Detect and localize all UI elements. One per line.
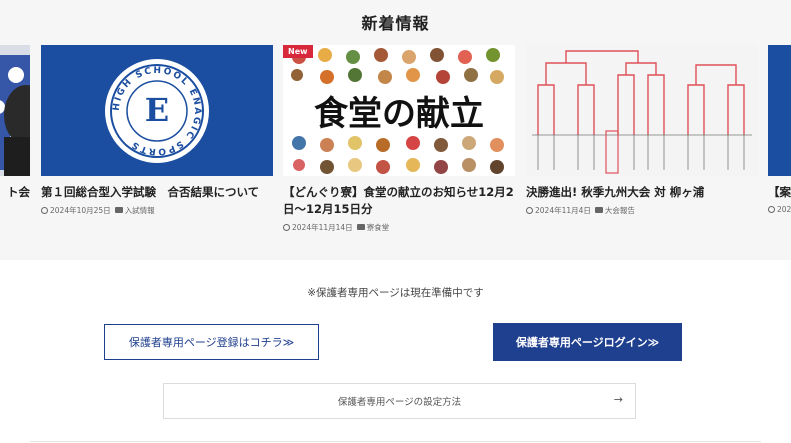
parent-login-button[interactable]: 保護者専用ページログイン≫ <box>493 323 682 361</box>
news-card-meta: 2024年10月25日 入試情報 <box>41 205 273 216</box>
press-photo-image <box>0 45 30 176</box>
news-card-title[interactable]: 第１回総合型入学試験 合否結果について <box>41 184 273 201</box>
news-card-title[interactable]: ト会 <box>0 184 30 201</box>
school-logo-image: E HIGH SCHOOL ENAGIC SPORTS <box>41 45 273 176</box>
news-thumbnail[interactable]: E HIGH SCHOOL ENAGIC SPORTS <box>41 45 273 176</box>
news-category[interactable]: 寮食堂 <box>367 223 390 232</box>
clock-icon <box>41 207 48 214</box>
news-card[interactable]: 食堂の献立 New 【どんぐり寮】食堂の献立のお知らせ12月2日〜12月15日分… <box>283 45 515 240</box>
news-category[interactable]: 入試情報 <box>125 206 155 215</box>
news-category[interactable]: 大会報告 <box>605 206 635 215</box>
parent-register-button[interactable]: 保護者専用ページ登録はコチラ≫ <box>104 324 319 360</box>
news-card-partial-right[interactable]: 【案 202 <box>768 45 791 240</box>
news-card-meta: 202 <box>768 205 791 214</box>
clock-icon <box>526 207 533 214</box>
svg-text:食堂の献立: 食堂の献立 <box>314 94 484 134</box>
news-card-meta: 2024年11月14日 寮食堂 <box>283 222 515 233</box>
news-thumbnail[interactable] <box>768 45 791 176</box>
news-thumbnail[interactable]: 食堂の献立 New <box>283 45 515 176</box>
parent-page-howto-link[interactable]: 保護者専用ページの設定方法 → <box>163 383 636 419</box>
news-card-partial-left[interactable]: ト会 <box>0 45 30 240</box>
news-card-title[interactable]: 【案 <box>768 184 791 201</box>
arrow-right-icon: → <box>613 393 623 406</box>
howto-label: 保護者専用ページの設定方法 <box>337 397 462 408</box>
folder-icon <box>114 207 123 213</box>
news-card-title[interactable]: 【どんぐり寮】食堂の献立のお知らせ12月2日〜12月15日分 <box>283 184 515 218</box>
clock-icon <box>283 224 290 231</box>
news-card[interactable]: 決勝進出! 秋季九州大会 対 柳ヶ浦 2024年11月4日 大会報告 <box>526 45 758 240</box>
clock-icon <box>768 206 775 213</box>
new-badge: New <box>283 45 313 58</box>
news-thumbnail[interactable] <box>526 45 758 176</box>
parent-page-notice: ※保護者専用ページは現在準備中です <box>307 287 484 299</box>
food-menu-image: 食堂の献立 <box>283 45 515 176</box>
news-date: 202 <box>777 205 791 214</box>
news-card[interactable]: E HIGH SCHOOL ENAGIC SPORTS 第１回総合型入学試験 合… <box>41 45 273 240</box>
section-title: 新着情報 <box>361 14 430 33</box>
folder-icon <box>594 207 603 213</box>
news-date: 2024年10月25日 <box>50 206 111 215</box>
news-date: 2024年11月14日 <box>292 223 353 232</box>
news-date: 2024年11月4日 <box>535 206 591 215</box>
news-card-title[interactable]: 決勝進出! 秋季九州大会 対 柳ヶ浦 <box>526 184 758 201</box>
news-thumbnail[interactable] <box>0 45 30 176</box>
tournament-bracket-image <box>526 45 758 176</box>
news-slider[interactable]: ト会 E HIGH SCHOOL ENAGIC SPORTS 第１回総合型入学試… <box>0 45 791 245</box>
divider <box>30 441 761 442</box>
news-card-meta: 2024年11月4日 大会報告 <box>526 205 758 216</box>
svg-text:E: E <box>145 91 169 129</box>
folder-icon <box>356 224 365 230</box>
